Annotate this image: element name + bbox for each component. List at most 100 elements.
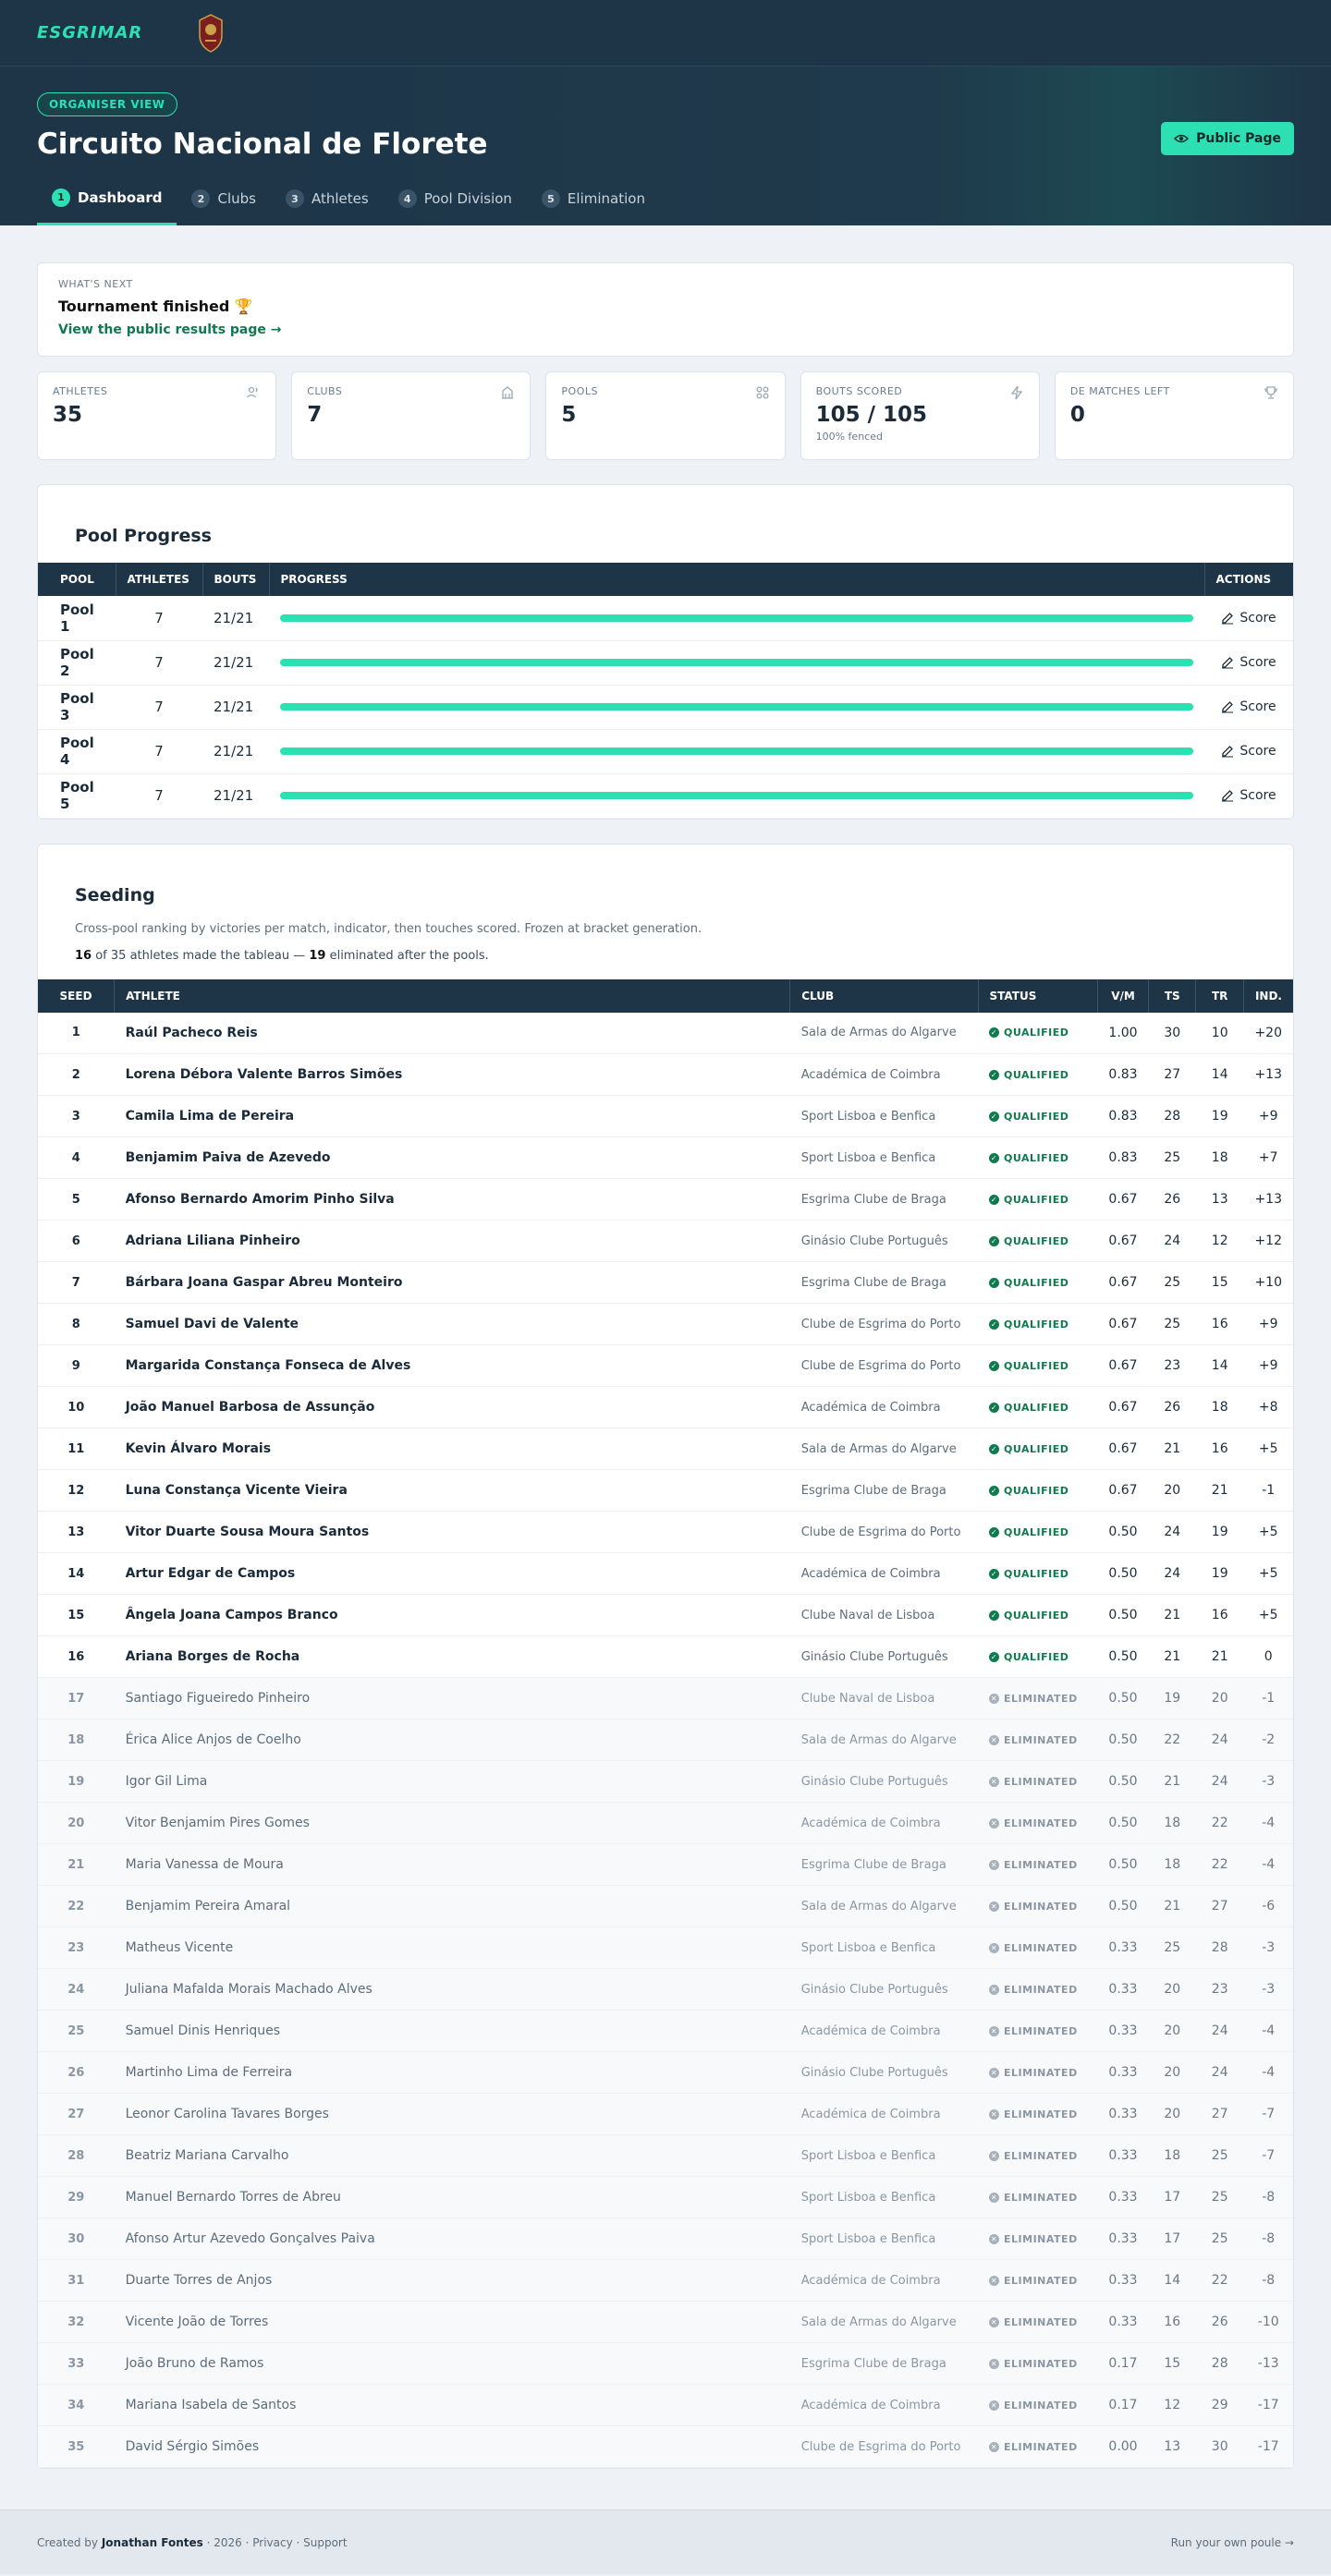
tab-elimination[interactable]: 5 Elimination: [527, 185, 660, 225]
athlete-name: Vitor Benjamim Pires Gomes: [114, 1802, 790, 1844]
seeding-row: 22 Benjamim Pereira Amaral Sala de Armas d…: [38, 1885, 1293, 1927]
pool-athletes: 7: [116, 596, 202, 641]
seeding-row: 3 Camila Lima de Pereira Sport Lisboa e Be…: [38, 1095, 1293, 1137]
ts-value: 20: [1148, 1469, 1196, 1512]
club-name: Sport Lisboa e Benfica: [789, 2176, 979, 2218]
ind-value: -13: [1243, 2342, 1293, 2385]
x-circle-icon: ✕: [989, 1693, 1000, 1704]
status-badge: ✕ ELIMINATED: [989, 1817, 1078, 1829]
pool-athletes: 7: [116, 640, 202, 686]
seed-number: 2: [38, 1053, 115, 1096]
vm-value: 0.67: [1097, 1303, 1149, 1345]
athlete-name: Luna Constança Vicente Vieira: [114, 1469, 790, 1512]
x-circle-icon: ✕: [989, 2233, 1000, 2244]
seeding-row: 4 Benjamim Paiva de Azevedo Sport Lisboa e…: [38, 1136, 1293, 1179]
seeding-row: 11 Kevin Álvaro Morais Sala de Armas do Al…: [38, 1428, 1293, 1470]
tab-athletes[interactable]: 3 Athletes: [271, 185, 384, 225]
seed-number: 1: [38, 1012, 115, 1054]
tr-value: 14: [1195, 1344, 1244, 1387]
col-athlete: ATHLETE: [114, 978, 791, 1013]
status-badge: ✓ QUALIFIED: [989, 1027, 1069, 1039]
check-circle-icon: ✓: [989, 1443, 1000, 1454]
logo[interactable]: ESGRIMAR: [37, 23, 142, 43]
seed-number: 35: [38, 2425, 115, 2468]
public-results-link[interactable]: View the public results page →: [58, 322, 1273, 337]
seeding-row: 9 Margarida Constança Fonseca de Alves Clu…: [38, 1344, 1293, 1387]
tr-value: 25: [1195, 2218, 1244, 2260]
col-ind: IND.: [1243, 978, 1293, 1013]
seed-number: 32: [38, 2301, 115, 2343]
ts-value: 17: [1148, 2176, 1196, 2218]
status-badge: ✕ ELIMINATED: [989, 1692, 1078, 1705]
score-button[interactable]: Score: [1215, 699, 1282, 714]
status-badge: ✓ QUALIFIED: [989, 1234, 1069, 1247]
pool-progress-title: Pool Progress: [75, 526, 212, 546]
ts-value: 18: [1148, 1802, 1196, 1844]
ts-value: 24: [1148, 1220, 1196, 1262]
tr-value: 30: [1195, 2425, 1244, 2468]
seed-number: 10: [38, 1386, 115, 1428]
check-circle-icon: ✓: [989, 1194, 1000, 1205]
whats-next-card: WHAT'S NEXT Tournament finished 🏆 View t…: [37, 262, 1294, 357]
athlete-name: João Manuel Barbosa de Assunção: [114, 1386, 790, 1428]
status-cell: ✕ ELIMINATED: [978, 2134, 1098, 2177]
progress-bar: [280, 792, 1193, 799]
seed-number: 21: [38, 1843, 115, 1886]
x-circle-icon: ✕: [989, 2275, 1000, 2286]
seeding-row: 23 Matheus Vicente Sport Lisboa e Benfica ✕…: [38, 1926, 1293, 1969]
x-circle-icon: ✕: [989, 1817, 1000, 1829]
vm-value: 0.67: [1097, 1469, 1149, 1512]
stats-row: ATHLETES 35 CLUBS 7 POOLS 5 BOUTS SCORED…: [37, 371, 1295, 460]
status-badge: ✓ QUALIFIED: [989, 1110, 1069, 1123]
score-button[interactable]: Score: [1215, 655, 1282, 670]
status-badge: ✕ ELIMINATED: [989, 2066, 1078, 2079]
author-link[interactable]: Jonathan Fontes: [102, 2536, 203, 2549]
seed-number: 18: [38, 1719, 115, 1761]
seeding-row: 35 David Sérgio Simões Clube de Esgrima do…: [38, 2425, 1293, 2468]
status-cell: ✕ ELIMINATED: [978, 1802, 1098, 1844]
stat-de-matches-left: DE MATCHES LEFT 0: [1054, 371, 1295, 460]
status-cell: ✓ QUALIFIED: [978, 1136, 1098, 1179]
ts-value: 26: [1148, 1178, 1196, 1221]
check-circle-icon: ✓: [989, 1610, 1000, 1621]
x-circle-icon: ✕: [989, 1942, 1000, 1953]
page-title: Circuito Nacional de Florete: [37, 128, 488, 161]
score-button[interactable]: Score: [1215, 744, 1282, 759]
seeding-row: 15 Ângela Joana Campos Branco Clube Naval …: [38, 1594, 1293, 1636]
vm-value: 0.50: [1097, 1594, 1149, 1636]
vm-value: 0.50: [1097, 1760, 1149, 1803]
tab-dashboard[interactable]: 1 Dashboard: [37, 185, 177, 225]
ind-value: -10: [1243, 2301, 1293, 2343]
tr-value: 13: [1195, 1178, 1244, 1221]
seeding-row: 18 Érica Alice Anjos de Coelho Sala de Arm…: [38, 1719, 1293, 1761]
pool-row: Pool 5 7 21/21 Score: [38, 773, 1293, 819]
seed-number: 26: [38, 2051, 115, 2094]
athlete-name: Igor Gil Lima: [114, 1760, 790, 1803]
tr-value: 25: [1195, 2176, 1244, 2218]
athlete-name: Afonso Artur Azevedo Gonçalves Paiva: [114, 2218, 790, 2260]
ts-value: 25: [1148, 1926, 1196, 1969]
score-button[interactable]: Score: [1215, 611, 1282, 626]
score-button[interactable]: Score: [1215, 788, 1282, 803]
status-cell: ✕ ELIMINATED: [978, 2301, 1098, 2343]
tab-pool-division[interactable]: 4 Pool Division: [384, 185, 527, 225]
seed-number: 6: [38, 1220, 115, 1262]
tr-value: 23: [1195, 1968, 1244, 2011]
public-page-button[interactable]: Public Page: [1161, 122, 1294, 155]
club-name: Académica de Coimbra: [789, 1386, 979, 1428]
tr-value: 18: [1195, 1386, 1244, 1428]
athlete-name: João Bruno de Ramos: [114, 2342, 790, 2385]
ind-value: 0: [1243, 1635, 1293, 1678]
tab-clubs[interactable]: 2 Clubs: [177, 185, 270, 225]
edit-icon: [1222, 746, 1234, 758]
status-badge: ✓ QUALIFIED: [989, 1151, 1069, 1164]
vm-value: 0.33: [1097, 2301, 1149, 2343]
club-name: Académica de Coimbra: [789, 2384, 979, 2426]
status-cell: ✕ ELIMINATED: [978, 2259, 1098, 2302]
athlete-name: Santiago Figueiredo Pinheiro: [114, 1677, 790, 1719]
seeding-row: 30 Afonso Artur Azevedo Gonçalves Paiva Sp…: [38, 2218, 1293, 2260]
status-badge: ✕ ELIMINATED: [989, 2399, 1078, 2412]
club-name: Clube de Esgrima do Porto: [789, 1511, 979, 1553]
seeding-row: 2 Lorena Débora Valente Barros Simões Acad…: [38, 1053, 1293, 1096]
run-your-own-link[interactable]: Run your own poule →: [1171, 2536, 1294, 2549]
